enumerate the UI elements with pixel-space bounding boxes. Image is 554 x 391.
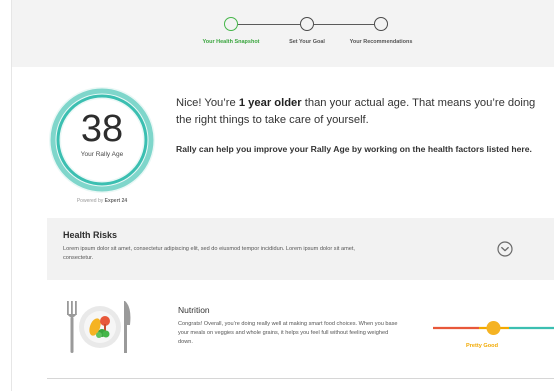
progress-stepper: Your Health Snapshot Set Your Goal Your …: [12, 0, 554, 67]
powered-by: Powered by Expert 24: [46, 198, 158, 204]
age-message-bold: 1 year older: [238, 97, 302, 109]
step-2-circle[interactable]: [300, 17, 314, 31]
nutrition-rating-label: Pretty Good: [466, 343, 499, 349]
step-1-label[interactable]: Your Health Snapshot: [202, 39, 259, 45]
plate-cutlery-icon: [67, 301, 131, 353]
section-divider: [47, 378, 554, 379]
powered-prefix: Powered by: [76, 198, 104, 204]
rating-indicator: [486, 321, 501, 335]
health-risks-title: Health Risks: [63, 230, 118, 240]
step-1-circle[interactable]: [224, 17, 238, 31]
nutrition-description: Congrats! Overall, you’re doing really w…: [178, 321, 398, 345]
age-message-pre: Nice! You’re: [176, 97, 239, 109]
powered-brand: Expert 24: [104, 198, 128, 204]
step-3-circle[interactable]: [374, 17, 388, 31]
step-connector: [314, 24, 374, 25]
rally-age-value: 38: [80, 108, 124, 150]
improve-message: Rally can help you improve your Rally Ag…: [176, 144, 532, 154]
health-risks-description: Lorem ipsum dolor sit amet, consectetur …: [63, 246, 355, 261]
age-message: Nice! You’re 1 year older than your actu…: [176, 95, 536, 129]
expand-chevron-icon[interactable]: [497, 241, 513, 257]
step-2-label[interactable]: Set Your Goal: [289, 39, 325, 45]
health-risks-panel[interactable]: Health Risks Lorem ipsum dolor sit amet,…: [47, 218, 554, 280]
page: Your Health Snapshot Set Your Goal Your …: [0, 0, 554, 391]
step-connector: [238, 24, 300, 25]
nutrition-title: Nutrition: [178, 305, 210, 315]
rally-age-label: Your Rally Age: [80, 151, 124, 158]
step-3-label[interactable]: Your Recommendations: [350, 39, 413, 45]
